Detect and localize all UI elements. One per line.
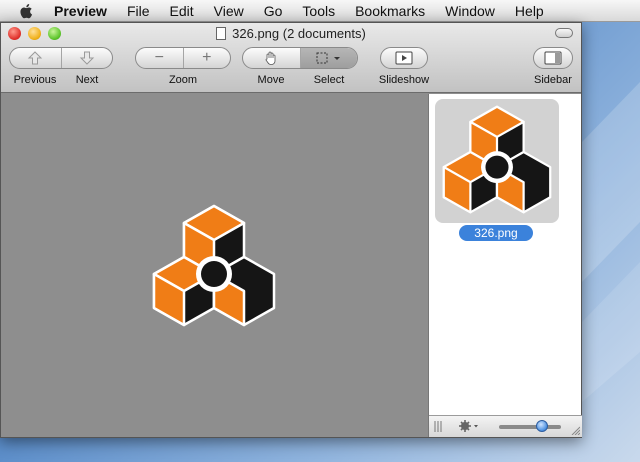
window-title-wrap: 326.png (2 documents) bbox=[1, 26, 581, 41]
reason-logo-image bbox=[152, 204, 276, 327]
window-resize-grip[interactable] bbox=[570, 425, 580, 435]
desktop-background bbox=[582, 82, 640, 402]
menu-view[interactable]: View bbox=[214, 3, 244, 19]
thumbnail-item[interactable] bbox=[435, 99, 559, 223]
slideshow-label: Slideshow bbox=[378, 74, 430, 86]
move-label: Move bbox=[257, 74, 285, 86]
thumbnail-sidebar[interactable]: 326.png bbox=[428, 94, 582, 437]
next-label: Next bbox=[75, 74, 99, 86]
menu-edit[interactable]: Edit bbox=[170, 3, 194, 19]
sidebar-toggle-button[interactable] bbox=[533, 47, 573, 69]
slideshow-button[interactable] bbox=[380, 47, 428, 69]
preview-window: 326.png (2 documents) Previous Next − + … bbox=[0, 22, 582, 438]
apple-menu-icon[interactable] bbox=[18, 2, 36, 20]
down-arrow-icon bbox=[79, 51, 94, 65]
menu-go[interactable]: Go bbox=[264, 3, 283, 19]
menu-window[interactable]: Window bbox=[445, 3, 495, 19]
toolbar-toggle-button[interactable] bbox=[555, 28, 573, 38]
sidebar-toggle-face[interactable] bbox=[534, 48, 572, 68]
title-bar: 326.png (2 documents) Previous Next − + … bbox=[1, 23, 581, 93]
sidebar-icon bbox=[544, 51, 562, 65]
column-resize-icon[interactable] bbox=[434, 421, 442, 432]
slideshow-button-face[interactable] bbox=[381, 48, 427, 68]
move-tool-button[interactable] bbox=[243, 48, 301, 68]
select-label: Select bbox=[313, 74, 345, 86]
up-arrow-icon bbox=[28, 51, 43, 65]
window-title: 326.png (2 documents) bbox=[232, 26, 366, 41]
document-viewer[interactable] bbox=[1, 94, 427, 437]
hand-icon bbox=[265, 51, 276, 65]
menu-app-name[interactable]: Preview bbox=[54, 3, 107, 19]
marquee-icon bbox=[316, 52, 340, 64]
zoom-label: Zoom bbox=[168, 74, 198, 86]
action-menu-button[interactable] bbox=[459, 419, 487, 434]
thumbnail-size-slider-knob[interactable] bbox=[536, 420, 549, 432]
gear-icon bbox=[459, 420, 478, 432]
play-screen-icon bbox=[395, 51, 413, 65]
sidebar-bottom-bar bbox=[429, 415, 582, 437]
thumbnail-size-slider[interactable] bbox=[499, 425, 561, 429]
document-icon[interactable] bbox=[216, 27, 227, 40]
reason-logo-thumbnail bbox=[442, 105, 552, 214]
sidebar-label: Sidebar bbox=[534, 74, 572, 86]
menu-help[interactable]: Help bbox=[515, 3, 544, 19]
previous-button[interactable] bbox=[10, 48, 62, 68]
previous-label: Previous bbox=[13, 74, 57, 86]
thumbnail-label[interactable]: 326.png bbox=[459, 225, 533, 241]
prev-next-segment bbox=[9, 47, 113, 69]
menu-file[interactable]: File bbox=[127, 3, 150, 19]
menu-tools[interactable]: Tools bbox=[302, 3, 335, 19]
zoom-in-button[interactable]: + bbox=[184, 48, 231, 68]
tool-mode-segment bbox=[242, 47, 358, 69]
select-tool-button[interactable] bbox=[300, 48, 357, 68]
zoom-segment: − + bbox=[135, 47, 231, 69]
zoom-out-button[interactable]: − bbox=[136, 48, 184, 68]
next-button[interactable] bbox=[62, 48, 113, 68]
menu-bookmarks[interactable]: Bookmarks bbox=[355, 3, 425, 19]
menu-bar: Preview File Edit View Go Tools Bookmark… bbox=[0, 0, 640, 22]
